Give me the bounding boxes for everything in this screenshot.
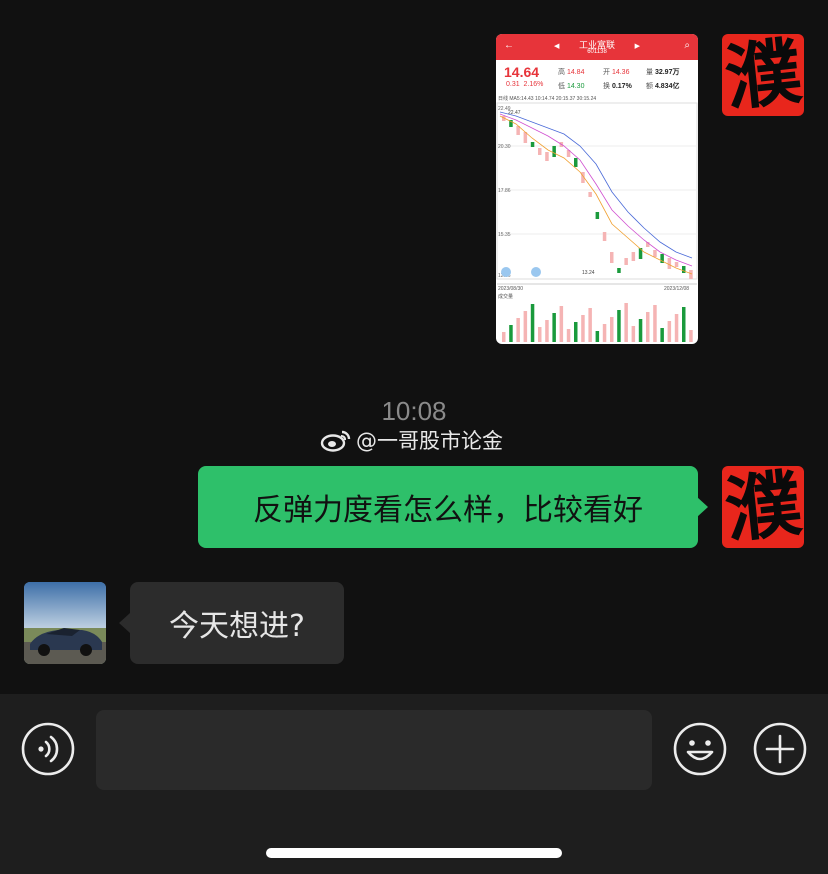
car-photo [24, 582, 106, 664]
candle [631, 252, 636, 261]
friend-avatar[interactable] [24, 582, 106, 664]
volume-bar [581, 315, 585, 342]
volume-bar [502, 332, 506, 342]
volume-bar [588, 308, 592, 342]
plus-icon [753, 722, 807, 776]
volume-bar [667, 321, 672, 342]
volume-bar [610, 317, 614, 342]
my-message-bubble[interactable]: 反弹力度看怎么样，比较看好 [198, 466, 698, 548]
volume-bar [631, 326, 636, 342]
candle [624, 258, 628, 265]
candle [674, 262, 679, 267]
volume-bar [566, 329, 571, 342]
volume-bars [502, 303, 693, 342]
volume-bar [682, 307, 686, 342]
friend-message-bubble[interactable]: 今天想进? [130, 582, 344, 664]
volume-bar [617, 310, 621, 342]
stock-open: 开 14.36 [603, 69, 630, 76]
volume-panel-label: 成交量 [498, 293, 513, 300]
my-avatar[interactable]: 濮 [722, 34, 804, 116]
home-indicator[interactable] [266, 848, 562, 858]
stock-code: 601138 [587, 49, 607, 55]
volume-bar [530, 304, 535, 342]
kline-chart: 22.49 20.30 17.86 15.35 12.86 22.47 13.2… [496, 102, 698, 342]
weibo-icon [320, 430, 351, 452]
stock-header: ← ◀ 工业富联 601138 ▶ ⌕ [496, 34, 698, 60]
candle [689, 270, 693, 279]
candle [538, 148, 542, 155]
stock-turnover: 换 0.17% [603, 83, 632, 90]
stock-volume: 量 32.97万 [646, 69, 680, 76]
volume-bar [638, 319, 643, 342]
volume-bar [552, 313, 556, 342]
y-tick-4: 15.35 [498, 232, 511, 238]
volume-bar [538, 327, 542, 342]
stock-price: 14.64 [504, 64, 540, 80]
volume-bar [595, 331, 600, 342]
volume-bar [660, 328, 664, 342]
candles [502, 116, 693, 279]
candle [667, 258, 672, 269]
date-end: 2023/12/08 [664, 286, 689, 292]
volume-bar [674, 314, 679, 342]
volume-bar [646, 312, 650, 342]
candle [545, 152, 549, 161]
voice-icon [21, 722, 75, 776]
stock-low: 低 14.30 [558, 83, 585, 90]
volume-bar [689, 330, 693, 342]
search-icon: ⌕ [684, 40, 690, 51]
bubble-tail [119, 613, 130, 633]
candle [552, 146, 556, 157]
volume-bar [509, 325, 513, 342]
y-tick-2: 20.30 [498, 144, 511, 150]
bubble-tail [697, 497, 708, 517]
candle [530, 142, 535, 147]
plus-button[interactable] [753, 722, 807, 776]
volume-bar [624, 303, 628, 342]
weibo-watermark: @一哥股市论金 [320, 425, 503, 455]
candle [682, 266, 686, 273]
voice-button[interactable] [21, 722, 75, 776]
date-start: 2023/08/30 [498, 286, 523, 292]
message-input[interactable] [96, 710, 652, 790]
volume-bar [523, 311, 528, 342]
stock-high: 高 14.84 [558, 69, 585, 76]
stock-change: 0.31 2.16% [506, 81, 544, 88]
stock-screenshot-image[interactable]: ← ◀ 工业富联 601138 ▶ ⌕ 14.64 0.31 2.16% 高 1… [496, 34, 698, 344]
candle [617, 268, 621, 273]
candle [595, 212, 600, 219]
stock-amount: 额 4.834亿 [646, 83, 680, 90]
candle [610, 252, 614, 263]
message-time: 10:08 [381, 396, 447, 426]
low-price-mark: 13.24 [582, 270, 595, 276]
volume-bar [516, 318, 520, 342]
y-tick-3: 17.86 [498, 188, 511, 194]
volume-bar [545, 320, 549, 342]
volume-bar [574, 322, 578, 342]
emoji-button[interactable] [673, 722, 727, 776]
volume-bar [653, 305, 657, 342]
candle [588, 192, 592, 197]
volume-bar [602, 324, 607, 342]
my-avatar[interactable]: 濮 [722, 466, 804, 548]
volume-bar [559, 306, 564, 342]
candle [602, 232, 607, 241]
ma-legend: 日线 MA5:14.43 10:14.74 20:15.37 30:15.24 [498, 96, 597, 102]
watermark-text: @一哥股市论金 [356, 429, 503, 453]
top-price-mark: 22.47 [508, 110, 521, 116]
next-stock-icon: ▶ [634, 43, 640, 50]
candle [574, 158, 578, 167]
candle [653, 250, 657, 257]
emoji-icon [673, 722, 727, 776]
